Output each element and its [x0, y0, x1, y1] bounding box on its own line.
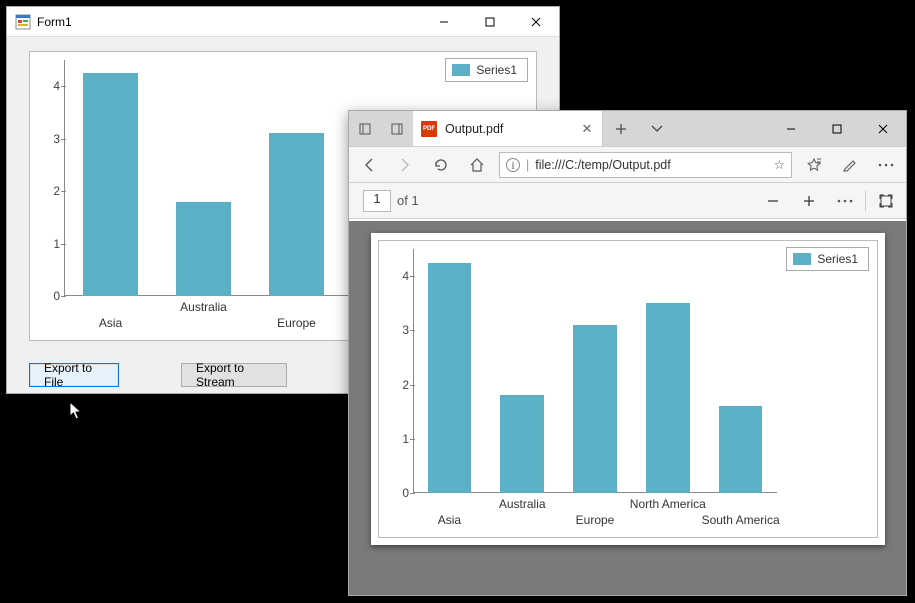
tab-actions-right-icon[interactable]: [381, 111, 413, 146]
bar: [719, 406, 763, 493]
fit-page-icon[interactable]: [868, 193, 904, 209]
bar: [428, 263, 472, 493]
export-to-file-button[interactable]: Export to File: [29, 363, 119, 387]
x-label: Europe: [277, 316, 316, 330]
legend-swatch-icon: [793, 253, 811, 265]
y-tick: 0: [38, 289, 60, 303]
bar: [269, 133, 325, 296]
tab-actions-left-icon[interactable]: [349, 111, 381, 146]
form1-titlebar[interactable]: Form1: [7, 7, 559, 37]
bars: [413, 249, 777, 493]
x-label: Australia: [499, 497, 546, 511]
pdf-file-icon: [421, 121, 437, 137]
tab-output-pdf[interactable]: Output.pdf ✕: [413, 111, 603, 146]
y-tick: 2: [38, 184, 60, 198]
pdf-viewer[interactable]: Series1 01234 AsiaAustraliaEuropeNorth A…: [349, 221, 906, 595]
tab-title: Output.pdf: [445, 122, 572, 136]
edge-close-button[interactable]: [860, 111, 906, 146]
bar: [646, 303, 690, 493]
y-tick: 4: [38, 79, 60, 93]
legend-label: Series1: [817, 252, 858, 266]
browser-tab-strip: Output.pdf ✕: [349, 111, 906, 147]
pdf-chart: Series1 01234 AsiaAustraliaEuropeNorth A…: [378, 240, 878, 538]
y-tick: 2: [387, 378, 409, 392]
export-to-stream-button[interactable]: Export to Stream: [181, 363, 287, 387]
pdf-page: Series1 01234 AsiaAustraliaEuropeNorth A…: [371, 233, 885, 545]
y-tick: 4: [387, 269, 409, 283]
x-label: South America: [702, 513, 780, 527]
close-button[interactable]: [513, 7, 559, 36]
tab-dropdown-icon[interactable]: [639, 111, 675, 146]
form1-title: Form1: [37, 15, 421, 29]
y-tick: 1: [38, 237, 60, 251]
y-tick: 0: [387, 486, 409, 500]
chart-legend: Series1: [445, 58, 528, 82]
notes-icon[interactable]: [832, 147, 868, 182]
maximize-button[interactable]: [467, 7, 513, 36]
address-bar[interactable]: i | file:///C:/temp/Output.pdf ☆: [499, 152, 792, 178]
minimize-button[interactable]: [421, 7, 467, 36]
pdf-toolbar: 1 of 1: [349, 183, 906, 219]
x-label: Asia: [438, 513, 461, 527]
legend-label: Series1: [476, 63, 517, 77]
mouse-cursor-icon: [69, 401, 85, 423]
zoom-in-button[interactable]: [791, 194, 827, 208]
x-label: Asia: [99, 316, 122, 330]
plot-area: 01234: [413, 249, 777, 493]
edge-minimize-button[interactable]: [768, 111, 814, 146]
page-number-input[interactable]: 1: [363, 190, 391, 212]
form-icon: [15, 14, 31, 30]
more-icon[interactable]: [868, 147, 904, 182]
favorites-icon[interactable]: [796, 147, 832, 182]
refresh-button[interactable]: [423, 147, 459, 182]
y-tick: 1: [387, 432, 409, 446]
x-label: Australia: [180, 300, 227, 314]
forward-button[interactable]: [387, 147, 423, 182]
page-count-label: of 1: [397, 193, 419, 208]
legend-swatch-icon: [452, 64, 470, 76]
bar: [573, 325, 617, 493]
back-button[interactable]: [351, 147, 387, 182]
bar: [500, 395, 544, 493]
url-text: file:///C:/temp/Output.pdf: [535, 158, 768, 172]
pdf-more-icon[interactable]: [827, 199, 863, 203]
bar: [176, 202, 232, 296]
site-info-icon[interactable]: i: [506, 158, 520, 172]
y-tick: 3: [387, 323, 409, 337]
bar: [83, 73, 139, 296]
home-button[interactable]: [459, 147, 495, 182]
tab-close-icon[interactable]: ✕: [580, 122, 594, 135]
edge-maximize-button[interactable]: [814, 111, 860, 146]
x-label: North America: [630, 497, 706, 511]
y-tick: 3: [38, 132, 60, 146]
new-tab-button[interactable]: [603, 111, 639, 146]
edge-window: Output.pdf ✕ i | file:///C:/temp/Output.…: [348, 110, 907, 596]
favorite-star-icon[interactable]: ☆: [774, 157, 785, 172]
address-bar-row: i | file:///C:/temp/Output.pdf ☆: [349, 147, 906, 183]
chart-legend: Series1: [786, 247, 869, 271]
x-labels: Asia Australia Europe North America South Am…: [413, 497, 777, 533]
x-label: Europe: [576, 513, 615, 527]
zoom-out-button[interactable]: [755, 194, 791, 208]
